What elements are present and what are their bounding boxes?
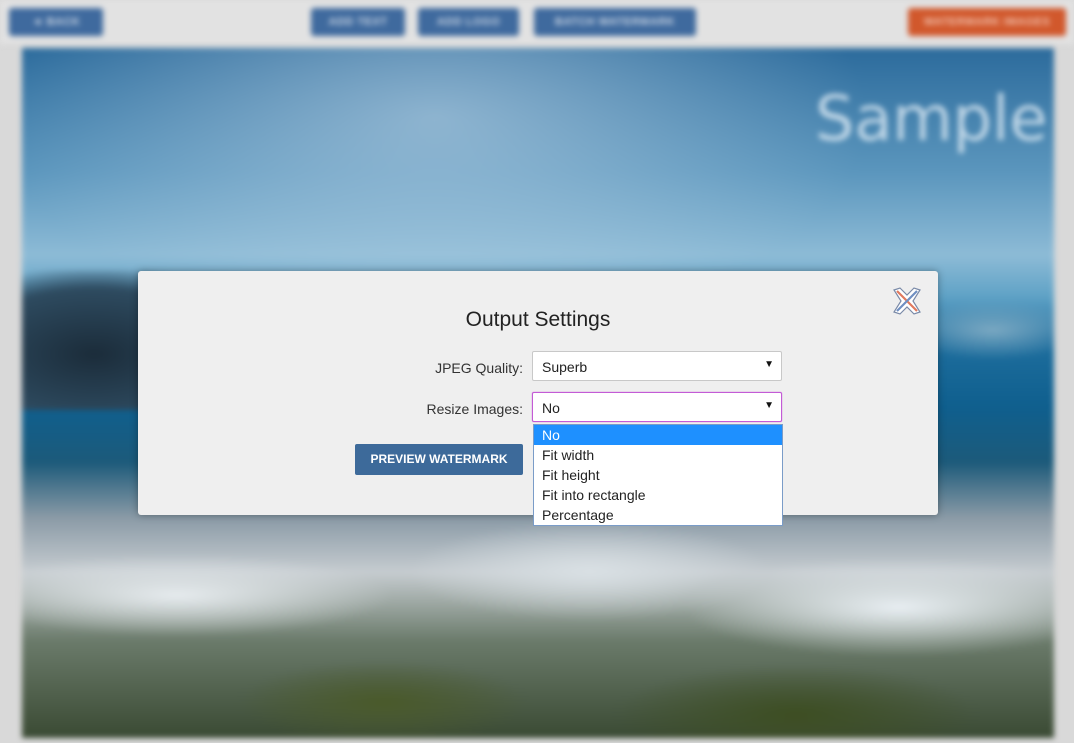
watermark-images-button[interactable]: WATERMARK IMAGES — [908, 8, 1066, 36]
jpeg-quality-select[interactable]: Superb ▼ — [532, 351, 782, 381]
dialog-title: Output Settings — [465, 308, 611, 331]
add-logo-button[interactable]: ADD LOGO — [418, 8, 519, 36]
chevron-down-icon: ▼ — [764, 359, 774, 370]
jpeg-quality-label: JPEG Quality: — [435, 360, 523, 376]
close-icon[interactable] — [890, 284, 924, 318]
resize-images-dropdown: No Fit width Fit height Fit into rectang… — [533, 424, 783, 526]
top-toolbar: ◄ BACK ADD TEXT ADD LOGO BATCH WATERMARK… — [0, 0, 1074, 44]
dropdown-option-fit-height[interactable]: Fit height — [534, 465, 782, 485]
add-text-button[interactable]: ADD TEXT — [311, 8, 405, 36]
back-button[interactable]: ◄ BACK — [9, 8, 103, 36]
jpeg-quality-value: Superb — [542, 359, 588, 375]
dropdown-option-fit-width[interactable]: Fit width — [534, 445, 782, 465]
dropdown-option-no[interactable]: No — [534, 425, 782, 445]
photo-town — [22, 500, 1054, 738]
dropdown-option-fit-rectangle[interactable]: Fit into rectangle — [534, 485, 782, 505]
resize-images-value: No — [542, 400, 560, 416]
sample-watermark-text: Sample — [815, 82, 1048, 155]
dropdown-option-percentage[interactable]: Percentage — [534, 505, 782, 525]
resize-images-select[interactable]: No ▼ — [532, 392, 782, 422]
resize-images-label: Resize Images: — [426, 401, 523, 417]
preview-watermark-button[interactable]: PREVIEW WATERMARK — [355, 444, 523, 475]
chevron-down-icon: ▼ — [764, 400, 774, 411]
batch-watermark-button[interactable]: BATCH WATERMARK — [534, 8, 696, 36]
